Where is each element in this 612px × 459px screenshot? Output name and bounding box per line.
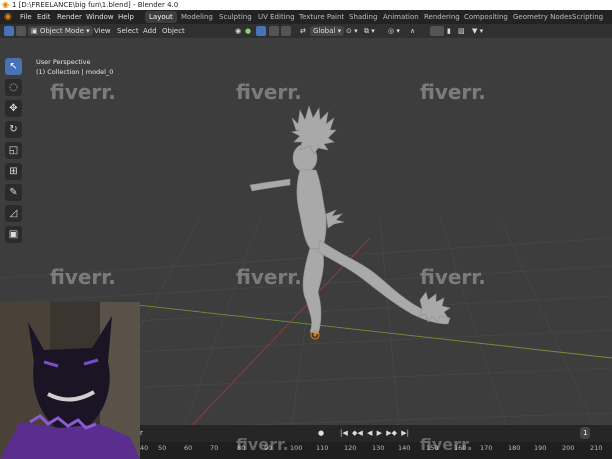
frame-number: 70 xyxy=(210,444,219,452)
jump-end-icon[interactable]: ▶| xyxy=(401,427,409,439)
frame-number: 200 xyxy=(562,444,575,452)
watermark-text: fiverr. xyxy=(236,265,302,289)
play-icon[interactable]: ▶ xyxy=(377,427,382,439)
frame-number: 140 xyxy=(398,444,411,452)
watermark-text: fiverr. xyxy=(50,80,116,104)
keying-dot-icon[interactable]: ● xyxy=(318,427,324,439)
frame-number: 40 xyxy=(140,444,149,452)
origin-dot-icon xyxy=(313,333,317,337)
prev-key-icon[interactable]: ◆◀ xyxy=(352,427,363,439)
current-frame-field[interactable]: 1 xyxy=(580,427,591,439)
next-key-icon[interactable]: ▶◆ xyxy=(386,427,397,439)
playback-controls: |◀ ◆◀ ◀ ▶ ▶◆ ▶| xyxy=(340,427,411,439)
frame-number: 210 xyxy=(590,444,603,452)
frame-number: 130 xyxy=(372,444,385,452)
watermark-text: fiverr. xyxy=(236,435,289,454)
model-legs xyxy=(302,247,324,335)
frame-number: 190 xyxy=(534,444,547,452)
frame-number: 120 xyxy=(344,444,357,452)
webcam-overlay xyxy=(0,302,140,459)
watermark-text: fiverr. xyxy=(420,265,486,289)
watermark-text: fiverr. xyxy=(420,80,486,104)
model-arm xyxy=(249,178,291,192)
frame-number: 50 xyxy=(158,444,167,452)
model-torso xyxy=(296,169,327,251)
frame-number: 170 xyxy=(480,444,493,452)
timeline-start-label: r xyxy=(140,429,143,437)
model-fur-tuft xyxy=(325,209,345,229)
frame-number: 60 xyxy=(184,444,193,452)
watermark-text: fiverr. xyxy=(236,80,302,104)
play-reverse-icon[interactable]: ◀ xyxy=(367,427,372,439)
timeline-panel: r ● |◀ ◆◀ ◀ ▶ ▶◆ ▶| 1 40 50 60 70 80 90 … xyxy=(140,425,612,459)
jump-start-icon[interactable]: |◀ xyxy=(340,427,348,439)
webcam-image xyxy=(0,302,140,459)
watermark-text: fiverr. xyxy=(50,265,116,289)
frame-number: 180 xyxy=(508,444,521,452)
frame-number: 100 xyxy=(290,444,303,452)
frame-ruler[interactable]: 40 50 60 70 80 90 100 110 120 130 140 15… xyxy=(140,442,612,459)
watermark-text: fiverr. xyxy=(420,435,473,454)
frame-number: 110 xyxy=(316,444,329,452)
